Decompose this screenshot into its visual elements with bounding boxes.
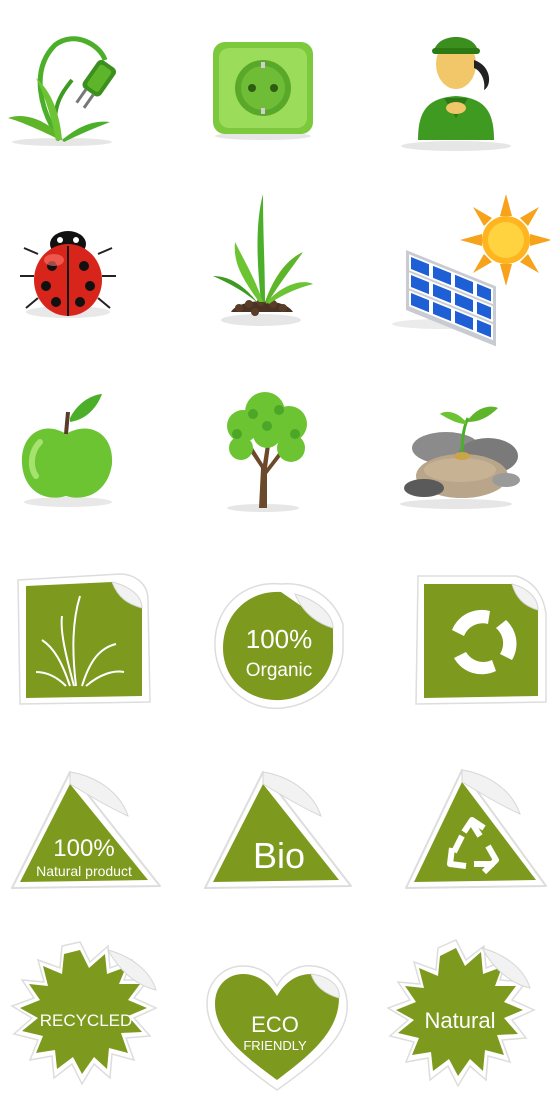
- plant-plug-icon: [0, 0, 183, 184]
- bio-label: Bio: [253, 835, 305, 876]
- recycle-arrows-sticker-icon: [366, 552, 549, 736]
- natural-sticker: Natural: [366, 920, 549, 1104]
- recycle-triangle-sticker-icon: [366, 736, 549, 920]
- organic-percent: 100%: [246, 624, 313, 654]
- friendly-label: FRIENDLY: [243, 1038, 307, 1053]
- natural-label: Natural: [425, 1008, 496, 1033]
- leafy-tree-icon: [183, 368, 366, 552]
- recycled-sticker: RECYCLED: [0, 920, 183, 1104]
- farmer-avatar-icon: [366, 0, 549, 184]
- solar-panel-sun-icon: [366, 184, 550, 368]
- eco-icon-grid: 100% Organic 100% Natural product Bio RE…: [0, 0, 550, 1107]
- stones-sprout-icon: [366, 368, 549, 552]
- eco-label: ECO: [251, 1012, 299, 1037]
- bio-sticker: Bio: [183, 736, 366, 920]
- natural-product-label: Natural product: [36, 863, 132, 879]
- recycled-label: RECYCLED: [40, 1011, 133, 1030]
- ladybug-icon: [0, 184, 183, 368]
- organic-label: Organic: [246, 660, 313, 681]
- natural-product-sticker: 100% Natural product: [0, 736, 183, 920]
- eco-friendly-sticker: ECO FRIENDLY: [183, 920, 366, 1104]
- natural-product-percent: 100%: [53, 835, 114, 862]
- organic-sticker: 100% Organic: [183, 552, 366, 736]
- green-apple-icon: [0, 368, 183, 552]
- power-socket-icon: [183, 0, 366, 184]
- grass-sticker-icon: [0, 552, 183, 736]
- grass-sprout-icon: [183, 184, 366, 368]
